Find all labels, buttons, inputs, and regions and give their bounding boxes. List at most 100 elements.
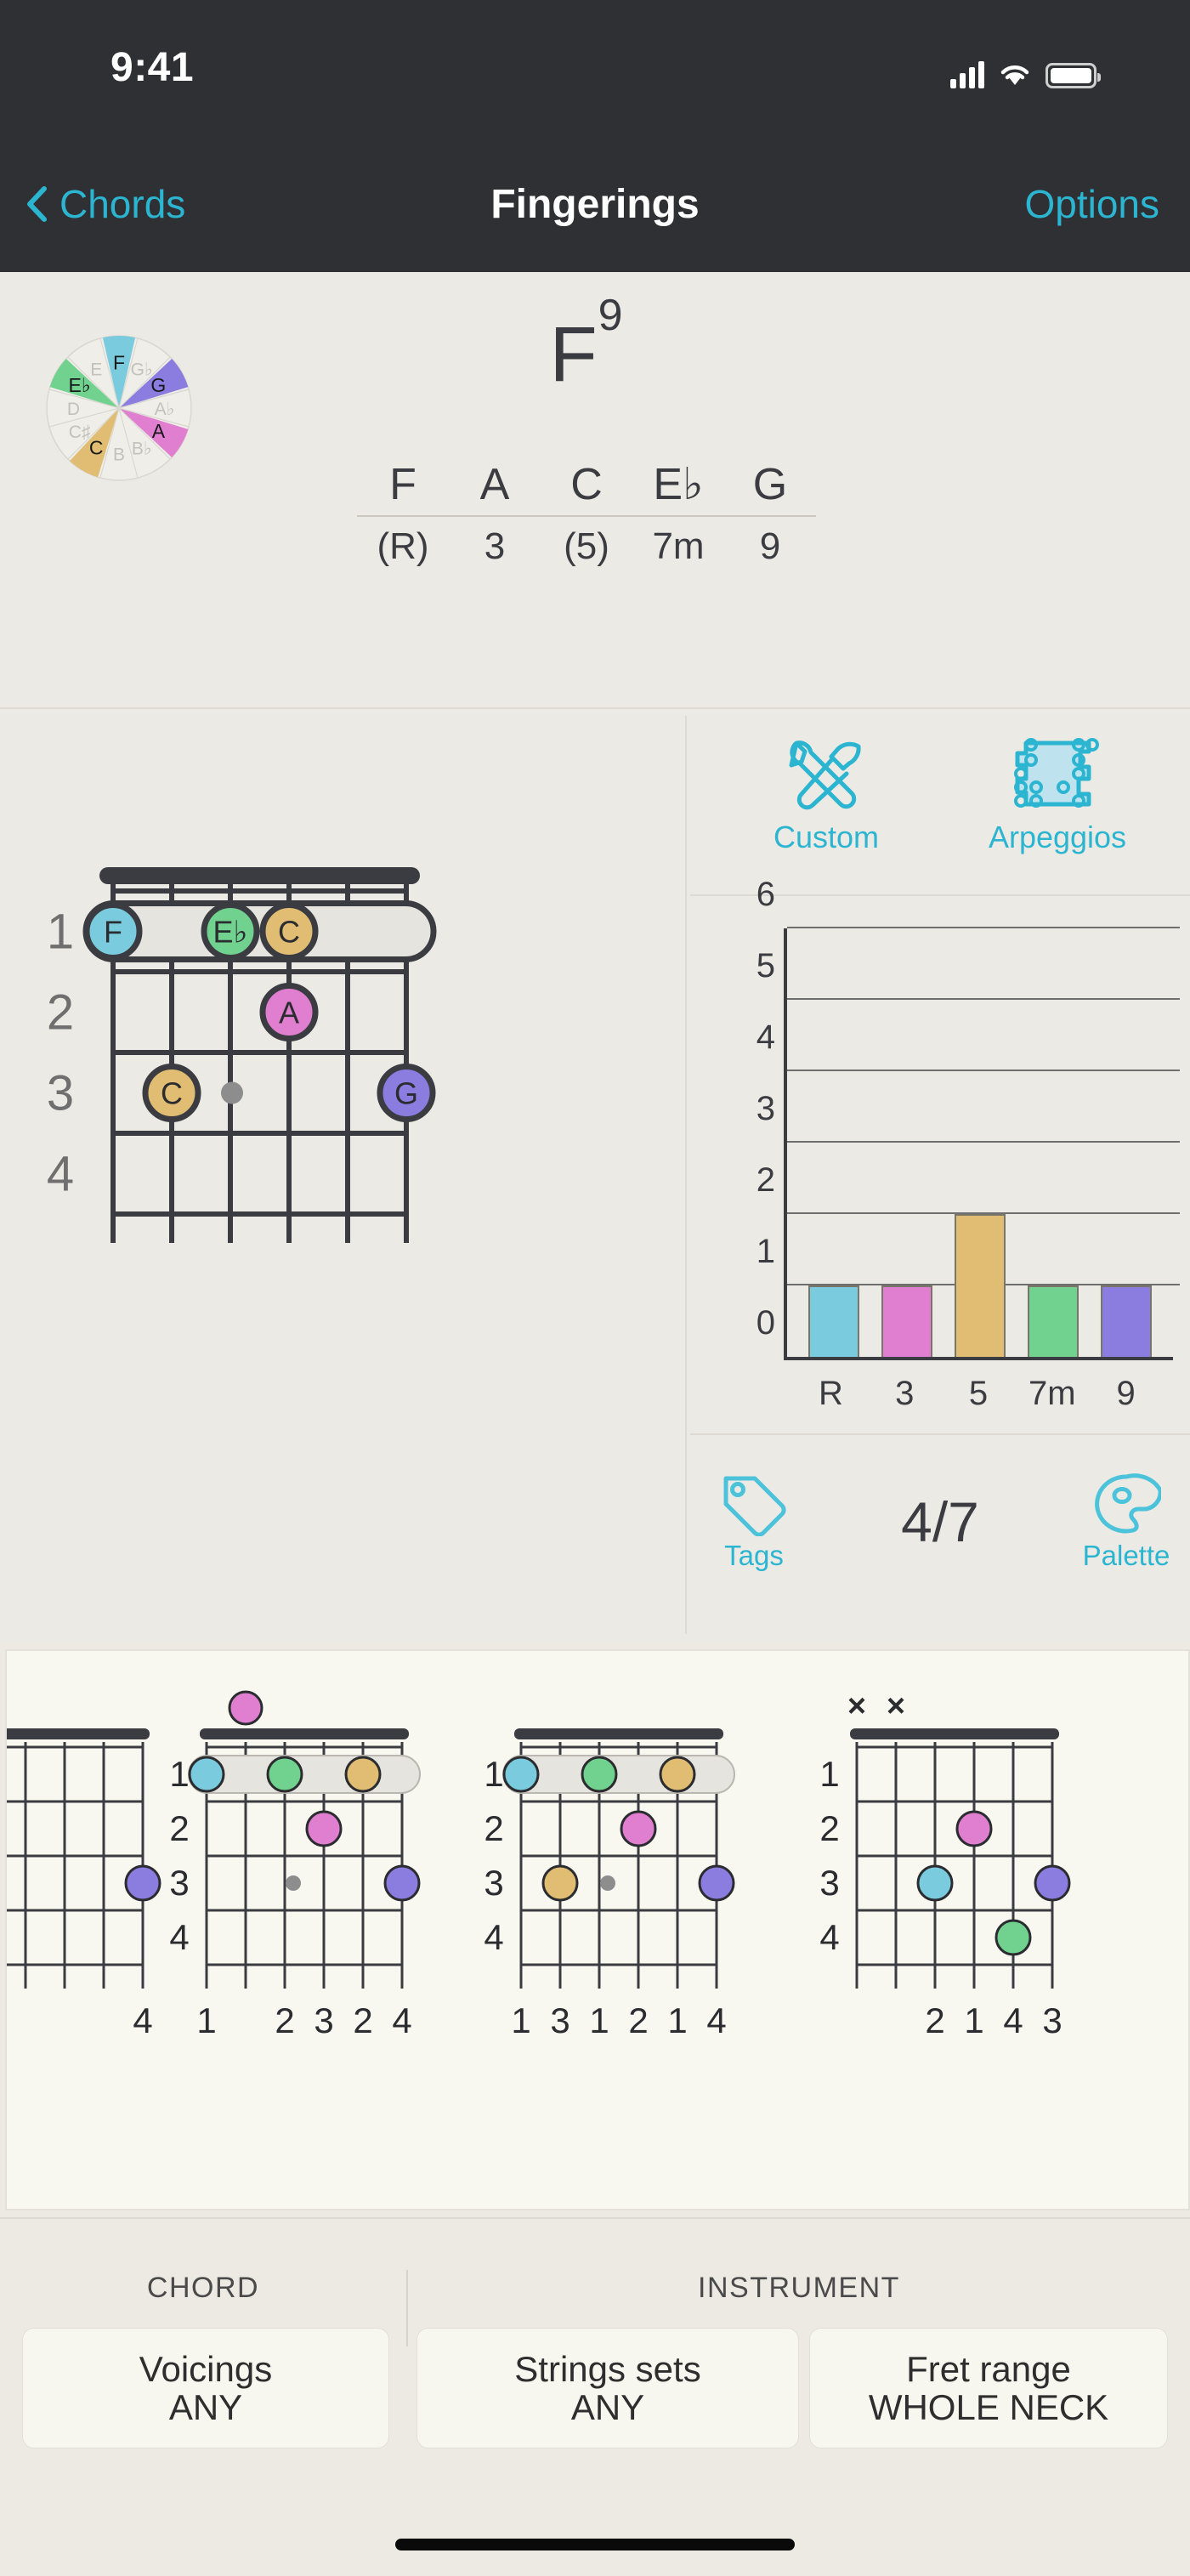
chord-info-strip: C C♯ D E♭ E F G♭ G A♭ A B♭ B F9 F A C E♭ G (R) 3 (5) 7m 9 xyxy=(0,272,1190,706)
custom-button[interactable]: Custom xyxy=(711,733,942,894)
chart-bar-cell xyxy=(1017,928,1090,1357)
chart-y-tick: 6 xyxy=(756,876,775,913)
fingering-dot-label: C xyxy=(161,1076,183,1111)
fret-number: 4 xyxy=(169,1917,189,1957)
chart-x-tick: R xyxy=(818,1375,843,1412)
fret-number: 2 xyxy=(484,1808,503,1848)
arpeggio-grid-icon xyxy=(1014,738,1099,808)
nut xyxy=(514,1728,723,1739)
chart-bar xyxy=(954,1214,1006,1357)
chord-degree: 9 xyxy=(759,525,781,567)
fingering-dot[interactable] xyxy=(124,1864,162,1902)
chord-wheel[interactable]: CC♯ D E♭E F G♭G A♭AB♭ B xyxy=(26,315,212,502)
wheel-segment-label: F xyxy=(113,351,125,373)
fingering-dot[interactable] xyxy=(344,1756,382,1793)
chord-degree: 3 xyxy=(484,525,506,567)
chart-bar-cell xyxy=(870,928,944,1357)
wheel-segment-label: G xyxy=(150,374,166,396)
finger-number: 2 xyxy=(628,2000,648,2040)
chart-bottom-divider xyxy=(690,1433,1190,1435)
wheel-segment-label: E xyxy=(90,360,102,380)
fret-number: 3 xyxy=(484,1863,503,1903)
arpeggios-button[interactable]: Arpeggios xyxy=(942,733,1173,894)
muted-string-dot xyxy=(600,1875,615,1891)
fret-number: 3 xyxy=(47,1066,74,1121)
open-string-dot[interactable] xyxy=(228,1690,264,1726)
chart-bar xyxy=(1027,1285,1080,1357)
fret-number: 1 xyxy=(819,1754,839,1794)
fingering-dot[interactable] xyxy=(581,1756,618,1793)
fingering-dot[interactable] xyxy=(659,1756,696,1793)
chart-x-tick: 7m xyxy=(1028,1375,1076,1412)
finger-number: 2 xyxy=(353,2000,372,2040)
chart-plot-area: 0 1 2 3 4 5 6 xyxy=(756,877,1180,1360)
finger-number: 4 xyxy=(392,2000,411,2040)
fingering-dot[interactable] xyxy=(916,1864,954,1902)
carousel-chord-diagram[interactable]: 12341 2 3 2 4 xyxy=(169,1690,421,2040)
muted-string-dot xyxy=(286,1875,301,1891)
tags-button[interactable]: Tags xyxy=(690,1472,818,1572)
chart-bar-cell xyxy=(944,928,1017,1357)
finger-number: 4 xyxy=(706,2000,726,2040)
chord-degree: (5) xyxy=(564,525,609,567)
fingering-dot[interactable] xyxy=(502,1756,540,1793)
palette-button[interactable]: Palette xyxy=(1062,1472,1190,1572)
home-indicator[interactable] xyxy=(395,2539,795,2550)
fingering-dot[interactable] xyxy=(698,1864,735,1902)
chart-x-tick: 5 xyxy=(968,1375,989,1412)
chord-degree: (R) xyxy=(377,525,429,567)
fingering-dot-label: C xyxy=(278,915,300,950)
chart-bar xyxy=(881,1285,933,1357)
muted-string-marker: × xyxy=(847,1688,866,1724)
fingering-dot[interactable] xyxy=(266,1756,303,1793)
fingering-dot[interactable] xyxy=(620,1810,657,1847)
chord-note: E♭ xyxy=(653,460,704,509)
wheel-segment-label: C♯ xyxy=(69,423,91,442)
chord-group-label: CHORD xyxy=(146,2272,260,2304)
chord-note-degrees: (R) 3 (5) 7m 9 xyxy=(357,517,816,568)
finger-number: 1 xyxy=(667,2000,687,2040)
fingering-dot[interactable] xyxy=(955,1810,993,1847)
chart-y-tick: 3 xyxy=(756,1090,775,1127)
fret-number: 2 xyxy=(47,985,74,1041)
hammer-wrench-icon xyxy=(789,740,861,810)
page-title: Fingerings xyxy=(490,181,700,227)
chart-y-tick: 5 xyxy=(756,947,775,984)
fingering-dot[interactable] xyxy=(1034,1864,1071,1902)
fingering-dot[interactable] xyxy=(188,1756,225,1793)
tags-label: Tags xyxy=(724,1540,784,1571)
fingering-dot[interactable] xyxy=(541,1864,579,1902)
palette-icon xyxy=(1095,1473,1161,1534)
chart-bar xyxy=(1100,1285,1153,1357)
chart-y-tick: 1 xyxy=(756,1233,775,1271)
finger-number: 3 xyxy=(1042,2000,1062,2040)
chord-note: G xyxy=(752,460,788,509)
carousel-chord-diagram[interactable]: 12344 xyxy=(0,1728,162,2040)
voicings-carousel[interactable]: 123441234123241234131214××12342143 xyxy=(0,1649,1190,2210)
status-icons xyxy=(950,49,1101,88)
fingering-dot[interactable] xyxy=(383,1864,421,1902)
chart-bar-cell xyxy=(797,928,870,1357)
fret-number: 4 xyxy=(484,1917,503,1957)
options-button[interactable]: Options xyxy=(1024,136,1159,272)
finger-number: 2 xyxy=(275,2000,294,2040)
fingering-dot[interactable] xyxy=(305,1810,343,1847)
wheel-segment-label: B♭ xyxy=(132,439,152,458)
fingering-dot-label: A xyxy=(279,996,299,1030)
wheel-segment-label: B xyxy=(113,445,125,465)
chord-degree: 7m xyxy=(652,525,705,567)
strings-sets-filter-button[interactable]: Strings sets ANY xyxy=(416,2328,799,2448)
carousel-chord-diagram[interactable]: × ×12342 1 4 3 xyxy=(819,1688,1071,2040)
strings-sets-filter-title: Strings sets xyxy=(514,2348,701,2389)
fret-range-filter-button[interactable]: Fret range WHOLE NECK xyxy=(809,2328,1168,2448)
fingering-dot[interactable] xyxy=(994,1919,1032,1956)
voicings-filter-button[interactable]: Voicings ANY xyxy=(22,2328,389,2448)
main-chord-diagram[interactable]: F E♭ C A C G 1 2 3 4 xyxy=(47,840,710,1588)
fret-range-filter-title: Fret range xyxy=(906,2348,1071,2389)
fret-number: 3 xyxy=(819,1863,839,1903)
carousel-chord-diagram[interactable]: 12341 3 1 2 1 4 xyxy=(484,1728,735,2040)
chord-root: F xyxy=(549,311,598,398)
fret-number: 1 xyxy=(484,1754,503,1794)
fret-number: 1 xyxy=(169,1754,189,1794)
chord-note-names: F A C E♭ G xyxy=(357,459,816,515)
